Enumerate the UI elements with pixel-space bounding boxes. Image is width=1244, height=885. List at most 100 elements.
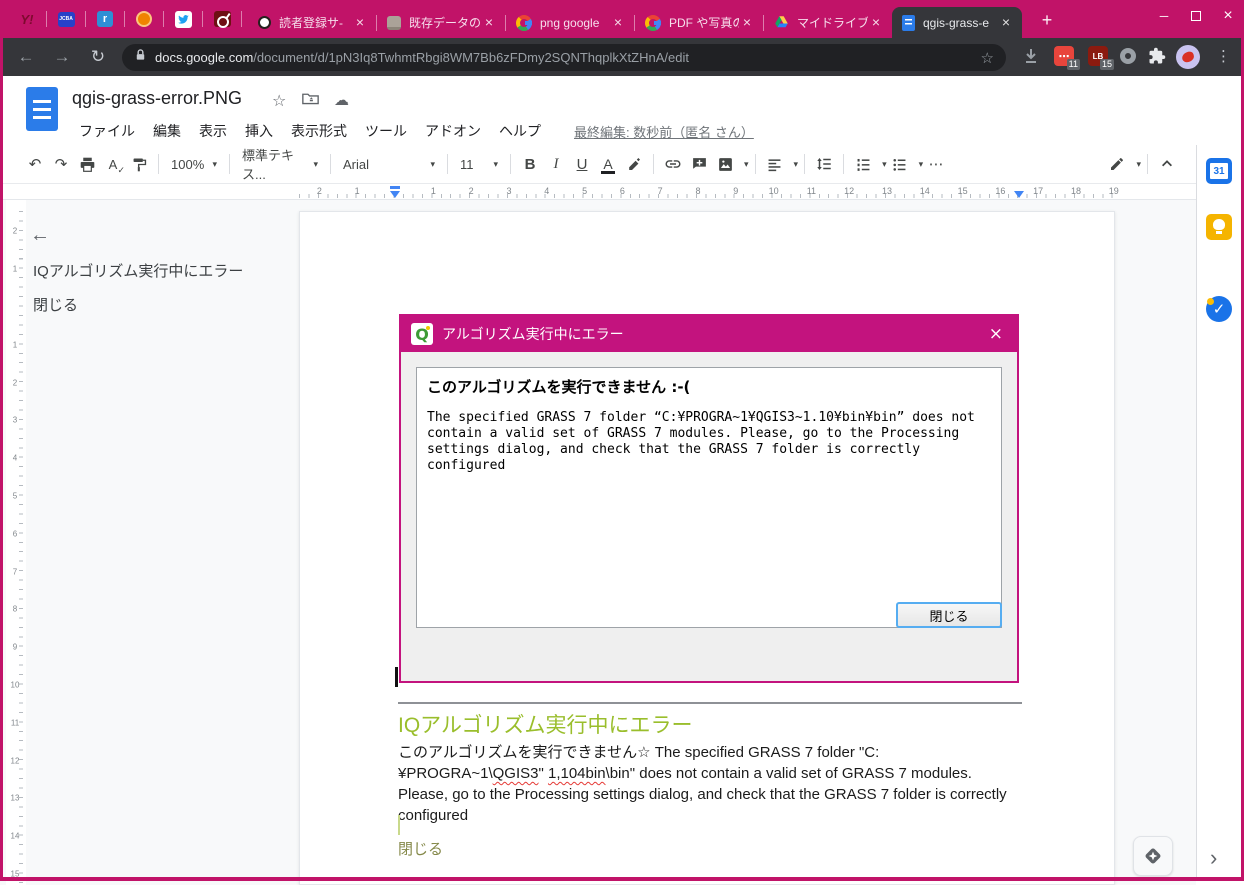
chevron-down-icon[interactable]: ▾ — [1136, 159, 1141, 170]
menu-addons[interactable]: アドオン — [416, 120, 490, 142]
font-select[interactable]: Arial▾ — [337, 152, 441, 176]
insert-link-icon[interactable] — [660, 151, 686, 177]
address-bar: ← → ↻ docs.google.com/document/d/1pN3Iq8… — [0, 38, 1244, 76]
chevron-down-icon: ▾ — [493, 159, 498, 170]
google-keep-icon[interactable] — [1206, 214, 1232, 240]
move-folder-icon[interactable] — [302, 91, 319, 111]
paint-format-icon[interactable] — [126, 151, 152, 177]
undo-icon[interactable]: ↶ — [22, 151, 48, 177]
left-indent-marker[interactable] — [390, 191, 400, 198]
paragraph-style-select[interactable]: 標準テキス...▾ — [236, 152, 324, 176]
menu-help[interactable]: ヘルプ — [490, 120, 550, 142]
doc-green-heading[interactable]: IQアルゴリズム実行中にエラー — [398, 709, 693, 739]
editing-mode-pencil-icon[interactable] — [1104, 151, 1130, 177]
download-icon[interactable] — [1022, 47, 1040, 70]
reload-icon[interactable]: ↻ — [86, 45, 110, 69]
forward-icon[interactable]: → — [50, 45, 74, 69]
tab-close-icon[interactable]: × — [868, 15, 884, 31]
redo-icon[interactable]: ↷ — [48, 151, 74, 177]
profile-avatar[interactable] — [1176, 45, 1200, 69]
tab-close-icon[interactable]: × — [739, 15, 755, 31]
extension-icon-red[interactable]: ⋯ 11 — [1054, 46, 1074, 66]
google-calendar-icon[interactable]: 31 — [1206, 158, 1232, 184]
tab-reader-registration[interactable]: 読者登録サ- × — [248, 7, 376, 38]
embedded-dialog-image[interactable]: Q アルゴリズム実行中にエラー × このアルゴリズムを実行できません :-( T… — [399, 314, 1019, 683]
outline-item-error-heading[interactable]: IQアルゴリズム実行中にエラー — [33, 260, 243, 281]
doc-paragraph[interactable]: このアルゴリズムを実行できません☆ The specified GRASS 7 … — [398, 742, 1022, 826]
bulleted-list-icon[interactable] — [887, 151, 913, 177]
bold-icon[interactable]: B — [517, 151, 543, 177]
menu-edit[interactable]: 編集 — [144, 120, 190, 142]
dialog-title: アルゴリズム実行中にエラー — [442, 324, 985, 344]
pinned-tab-radio[interactable] — [203, 0, 241, 38]
maximize-button[interactable] — [1180, 0, 1212, 32]
document-title[interactable]: qgis-grass-error.PNG — [72, 88, 242, 109]
text-color-icon[interactable]: A — [595, 151, 621, 177]
pinned-tab-radiko[interactable]: r — [86, 0, 124, 38]
tab-close-icon[interactable]: × — [998, 15, 1014, 31]
chevron-down-icon[interactable]: ▾ — [794, 159, 799, 170]
outline-item-close[interactable]: 閉じる — [33, 294, 78, 315]
insert-image-icon[interactable] — [712, 151, 738, 177]
doc-close-text[interactable]: 閉じる — [398, 838, 443, 859]
pinned-tab-nifty[interactable] — [125, 0, 163, 38]
hide-side-panel-chevron-icon[interactable]: › — [1210, 845, 1217, 871]
url-bar[interactable]: docs.google.com/document/d/1pN3Iq8TwhmtR… — [122, 44, 1006, 71]
tab-png-google[interactable]: png google × — [506, 7, 634, 38]
line-spacing-icon[interactable] — [811, 151, 837, 177]
tab-close-icon[interactable]: × — [352, 15, 368, 31]
pinned-tab-twitter[interactable] — [164, 0, 202, 38]
tab-pdf-photos[interactable]: PDF や写真の × — [635, 7, 763, 38]
right-indent-marker[interactable] — [1014, 191, 1024, 198]
tab-existing-data[interactable]: 既存データの増 × — [377, 7, 505, 38]
bookmark-star-icon[interactable]: ☆ — [981, 49, 994, 67]
last-edit-link[interactable]: 最終編集: 数秒前（匿名 さん） — [574, 122, 754, 141]
star-document-icon[interactable]: ☆ — [272, 91, 286, 111]
menu-view[interactable]: 表示 — [190, 120, 236, 142]
minimize-button[interactable]: ─ — [1148, 0, 1180, 32]
explore-button[interactable] — [1133, 836, 1173, 876]
spellcheck-icon[interactable]: A✓ — [100, 151, 126, 177]
add-comment-icon[interactable] — [686, 151, 712, 177]
close-outline-arrow-icon[interactable]: ← — [30, 224, 50, 247]
ruler-number: 9 — [13, 643, 17, 652]
ruler-number: 1 — [13, 264, 17, 273]
browser-menu-icon[interactable]: ⋮ — [1216, 47, 1231, 65]
cloud-status-icon[interactable]: ☁ — [334, 91, 349, 109]
highlight-color-icon[interactable] — [621, 151, 647, 177]
print-icon[interactable] — [74, 151, 100, 177]
tab-close-icon[interactable]: × — [481, 15, 497, 31]
align-icon[interactable] — [762, 151, 788, 177]
zoom-select[interactable]: 100%▾ — [165, 152, 223, 176]
underline-icon[interactable]: U — [569, 151, 595, 177]
extension-icon-darkred[interactable]: LB 15 — [1088, 46, 1108, 66]
document-page[interactable]: Q アルゴリズム実行中にエラー × このアルゴリズムを実行できません :-( T… — [299, 211, 1115, 885]
tab-my-drive[interactable]: マイドライブ - ( × — [764, 7, 892, 38]
back-icon[interactable]: ← — [14, 45, 38, 69]
collapse-toolbar-icon[interactable] — [1154, 151, 1180, 177]
font-size-select[interactable]: 11▾ — [454, 152, 504, 176]
numbered-list-icon[interactable] — [850, 151, 876, 177]
vertical-ruler[interactable]: 21123456789101112131415 — [6, 200, 26, 885]
extensions-puzzle-icon[interactable] — [1148, 47, 1166, 70]
chevron-down-icon[interactable]: ▾ — [744, 159, 749, 170]
menu-file[interactable]: ファイル — [70, 120, 144, 142]
menu-tools[interactable]: ツール — [356, 120, 416, 142]
tab-close-icon[interactable]: × — [610, 15, 626, 31]
italic-icon[interactable]: I — [543, 151, 569, 177]
horizontal-ruler[interactable]: 2112345678910111213141516171819 — [0, 184, 1196, 200]
pinned-tab-jcba[interactable]: JCBA — [47, 0, 85, 38]
close-window-button[interactable]: × — [1212, 0, 1244, 32]
tab-qgis-grass-error-active[interactable]: qgis-grass-e × — [892, 7, 1022, 38]
pinned-tab-yahoo[interactable]: Y! — [8, 0, 46, 38]
new-tab-button[interactable]: + — [1034, 8, 1060, 34]
more-options-icon[interactable]: ⋯ — [923, 151, 949, 177]
chevron-down-icon[interactable]: ▾ — [882, 159, 887, 170]
first-line-indent-marker[interactable] — [390, 186, 400, 189]
menu-insert[interactable]: 挿入 — [236, 120, 282, 142]
google-tasks-icon[interactable]: ✓ — [1206, 296, 1232, 322]
extension-ring-icon[interactable] — [1120, 48, 1136, 64]
menu-format[interactable]: 表示形式 — [282, 120, 356, 142]
url-text: docs.google.com/document/d/1pN3Iq8TwhmtR… — [155, 50, 973, 65]
google-docs-icon[interactable] — [26, 87, 58, 131]
